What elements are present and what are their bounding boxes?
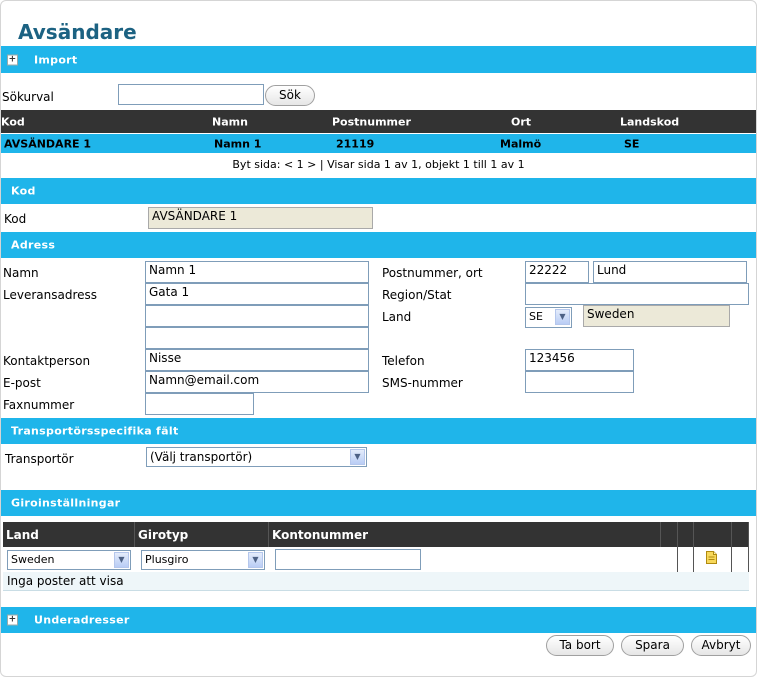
cancel-button[interactable]: Avbryt	[691, 635, 751, 656]
transportor-select[interactable]: (Välj transportör) ▼	[146, 447, 367, 467]
land-code-value: SE	[529, 310, 543, 323]
land-label: Land	[382, 310, 412, 324]
search-button[interactable]: Sök	[265, 85, 315, 106]
giro-column-girotyp: Girotyp	[135, 522, 269, 547]
giro-column-girotyp-label: Girotyp	[138, 528, 189, 542]
column-header-ort[interactable]: Ort	[511, 115, 531, 128]
delete-button[interactable]: Ta bort	[546, 635, 614, 656]
kontaktperson-label: Kontaktperson	[3, 354, 91, 368]
transportor-label: Transportör	[5, 452, 74, 466]
adress-section-header: Adress	[1, 232, 756, 258]
chevron-down-icon[interactable]: ▼	[555, 309, 570, 325]
giro-column-blank-1	[661, 522, 678, 547]
giro-land-value: Sweden	[11, 553, 55, 566]
kontaktperson-field[interactable]: Nisse	[145, 349, 369, 371]
column-header-namn[interactable]: Namn	[212, 115, 248, 128]
giro-empty-row: Inga poster att visa	[3, 572, 749, 591]
giro-column-blank-3	[694, 522, 732, 547]
chevron-down-icon[interactable]: ▼	[248, 552, 263, 568]
chevron-down-icon[interactable]: ▼	[114, 552, 129, 568]
leveransadress-field-3[interactable]	[145, 327, 369, 349]
expand-icon[interactable]: +	[7, 54, 18, 65]
epost-label: E-post	[3, 376, 41, 390]
girotyp-select[interactable]: Plusgiro ▼	[141, 550, 265, 570]
telefon-field[interactable]: 123456	[525, 349, 634, 371]
sms-label: SMS-nummer	[382, 376, 463, 390]
table-row[interactable]: AVSÄNDARE 1 Namn 1 21119 Malmö SE	[1, 134, 756, 153]
postnummer-ort-label: Postnummer, ort	[382, 266, 483, 280]
namn-label: Namn	[3, 266, 39, 280]
leveransadress-label: Leveransadress	[3, 288, 98, 302]
sms-field[interactable]	[525, 371, 634, 393]
postnummer-field[interactable]: 22222	[525, 261, 589, 283]
giro-column-kontonummer: Kontonummer	[269, 522, 661, 547]
chevron-down-icon[interactable]: ▼	[350, 449, 365, 465]
results-table-header: Kod Namn Postnummer Ort Landskod	[1, 110, 756, 133]
cell-kod: AVSÄNDARE 1	[4, 137, 92, 150]
page-title: Avsändare	[18, 20, 137, 44]
giro-empty-text: Inga poster att visa	[7, 574, 124, 588]
cell-namn: Namn 1	[214, 137, 262, 150]
namn-field[interactable]: Namn 1	[145, 261, 369, 283]
column-header-kod[interactable]: Kod	[1, 115, 25, 128]
giro-cell-divider	[678, 547, 694, 572]
ort-field[interactable]: Lund	[593, 261, 747, 283]
giro-column-blank-4	[732, 522, 749, 547]
faxnummer-field[interactable]	[145, 393, 254, 415]
cell-landskod: SE	[624, 137, 640, 150]
kod-label: Kod	[4, 212, 27, 226]
column-header-postnummer[interactable]: Postnummer	[332, 115, 411, 128]
underadresser-section-header[interactable]: + Underadresser	[1, 607, 756, 633]
cell-ort: Malmö	[500, 137, 542, 150]
import-label: Import	[34, 53, 78, 66]
giro-column-kontonummer-label: Kontonummer	[272, 528, 369, 542]
transport-section-header: Transportörsspecifika fält	[1, 418, 756, 444]
search-input[interactable]	[118, 84, 264, 105]
kod-section-label: Kod	[11, 184, 36, 198]
kod-field[interactable]: AVSÄNDARE 1	[148, 207, 373, 229]
adress-section-label: Adress	[11, 238, 56, 252]
giro-column-land-label: Land	[6, 528, 39, 542]
expand-icon[interactable]: +	[7, 614, 18, 626]
transport-section-label: Transportörsspecifika fält	[11, 424, 179, 438]
giro-section-header: Giroinställningar	[1, 490, 756, 516]
column-header-landskod[interactable]: Landskod	[620, 115, 679, 128]
import-section-header[interactable]: + Import	[1, 46, 756, 73]
epost-field[interactable]: Namn@email.com	[145, 371, 369, 393]
save-button[interactable]: Spara	[621, 635, 684, 656]
transportor-value: (Välj transportör)	[150, 450, 253, 464]
giro-land-select[interactable]: Sweden ▼	[7, 550, 131, 570]
faxnummer-label: Faxnummer	[3, 398, 75, 412]
search-label: Sökurval	[2, 90, 54, 104]
region-label: Region/Stat	[382, 288, 452, 302]
leveransadress-field-1[interactable]: Gata 1	[145, 283, 369, 305]
giro-column-blank-2	[678, 522, 694, 547]
giro-cell-divider	[661, 547, 678, 572]
girotyp-value: Plusgiro	[145, 553, 189, 566]
region-field[interactable]	[525, 283, 749, 305]
add-row-icon[interactable]	[706, 551, 717, 564]
cell-postnummer: 21119	[336, 137, 375, 150]
leveransadress-field-2[interactable]	[145, 305, 369, 327]
giro-section-label: Giroinställningar	[11, 496, 121, 510]
giro-cell-divider	[732, 547, 749, 572]
underadresser-label: Underadresser	[34, 613, 130, 627]
pagination: Byt sida: < 1 > | Visar sida 1 av 1, obj…	[232, 158, 525, 171]
land-name-field: Sweden	[583, 305, 730, 327]
kod-section-header: Kod	[1, 178, 756, 204]
telefon-label: Telefon	[382, 354, 425, 368]
giro-column-land: Land	[3, 522, 135, 547]
kontonummer-field[interactable]	[275, 549, 421, 570]
land-select[interactable]: SE ▼	[525, 307, 572, 328]
